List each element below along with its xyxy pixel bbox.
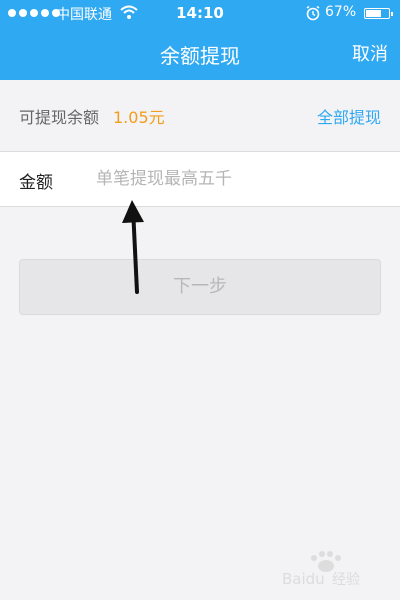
baidu-watermark-logo: Baidu 经验 [282,551,360,588]
svg-text:Baidu: Baidu [282,570,325,588]
page-title: 余额提现 [160,44,240,68]
balance-row: 可提现余额 1.05元 全部提现 [0,80,400,152]
cancel-button[interactable]: 取消 [352,40,388,66]
battery-icon [364,8,393,19]
balance-value: 1.05元 [113,108,165,127]
status-bar: 中国联通 14:10 67% [0,0,400,28]
alarm-icon [305,5,321,25]
withdraw-all-link[interactable]: 全部提现 [317,104,381,128]
header-bar: 中国联通 14:10 67% 余额提现 取消 [0,0,400,80]
svg-text:经验: 经验 [332,572,360,588]
amount-input[interactable] [96,162,381,196]
balance-label: 可提现余额 [19,108,100,127]
next-button[interactable]: 下一步 [19,259,381,315]
battery-percent: 67% [325,4,357,20]
amount-row: 金额 [0,152,400,207]
amount-label: 金额 [19,173,53,193]
